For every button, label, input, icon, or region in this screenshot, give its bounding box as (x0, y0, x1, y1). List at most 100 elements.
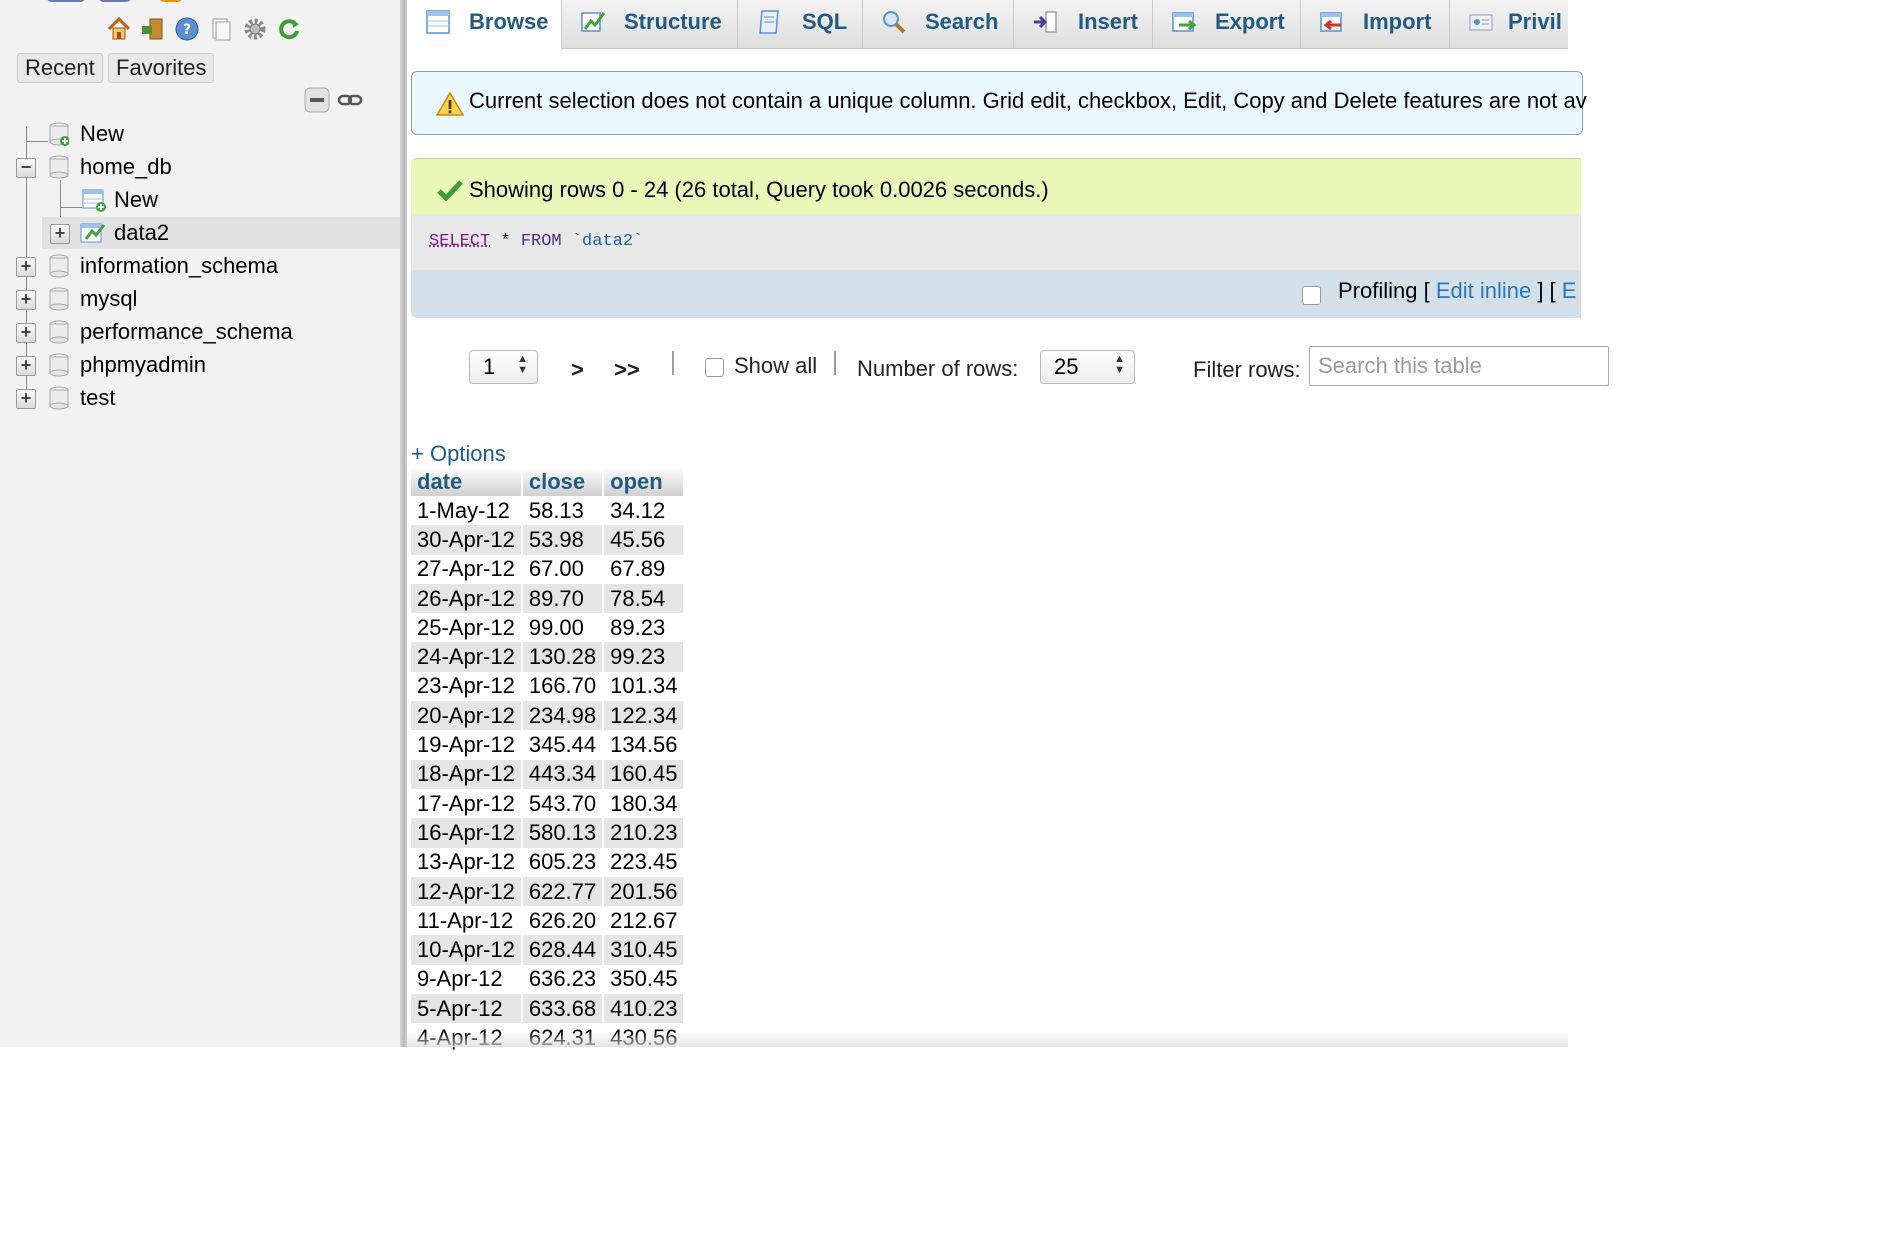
filter-rows-input[interactable] (1309, 346, 1609, 386)
table-cell-open: 210.23 (603, 818, 686, 848)
tree-item-new-table[interactable]: New (0, 184, 400, 216)
table-cell-close: 67.00 (521, 554, 605, 584)
table-cell-close: 443.34 (521, 759, 605, 789)
expand-icon[interactable]: + (16, 356, 36, 376)
new-database-icon (49, 122, 69, 146)
options-toggle[interactable]: + Options (411, 441, 506, 467)
table-cell-close: 636.23 (521, 964, 605, 995)
table-cell-date: 17-Apr-12 (411, 788, 523, 819)
sql-query-box: SELECT * FROM `data2` (411, 214, 1581, 270)
table-row: 19-Apr-12 345.44 134.56 (411, 730, 686, 760)
tab-structure[interactable]: Structure (562, 0, 738, 48)
table-row: 9-Apr-12 636.23 350.45 (411, 964, 686, 995)
tree-item-new-database[interactable]: New (0, 118, 400, 150)
edit-link[interactable]: E (1562, 278, 1577, 303)
tree-item-performance-schema[interactable]: + performance_schema (0, 316, 400, 348)
tab-privileges[interactable]: Privil (1450, 0, 1590, 48)
expand-icon[interactable]: + (16, 257, 36, 277)
database-icon (49, 287, 69, 311)
tree-item-information-schema[interactable]: + information_schema (0, 250, 400, 282)
tab-export[interactable]: Export (1153, 0, 1301, 48)
tree-item-label[interactable]: information_schema (80, 250, 278, 282)
help-icon[interactable]: ? (174, 16, 200, 42)
warning-text: Current selection does not contain a uni… (469, 88, 1587, 113)
collapse-icon[interactable]: − (16, 158, 36, 178)
tree-item-label[interactable]: New (114, 184, 158, 216)
tab-label: SQL (802, 9, 848, 34)
home-icon[interactable] (106, 16, 132, 42)
logout-icon[interactable] (140, 16, 166, 42)
table-row: 16-Apr-12 580.13 210.23 (411, 818, 686, 848)
table-cell-date: 16-Apr-12 (411, 818, 523, 848)
tab-insert[interactable]: Insert (1014, 0, 1153, 48)
page-select[interactable]: 1 ▲ ▼ (469, 350, 538, 384)
column-header-close[interactable]: close (521, 467, 605, 496)
tab-search[interactable]: Search (863, 0, 1014, 48)
table-cell-date: 23-Apr-12 (411, 671, 523, 702)
table-cell-date: 24-Apr-12 (411, 642, 523, 672)
phpmyadmin-logo[interactable] (40, 0, 200, 4)
tree-item-label[interactable]: home_db (80, 151, 172, 183)
tab-label: Export (1215, 9, 1285, 34)
table-cell-date: 13-Apr-12 (411, 847, 523, 877)
recent-button[interactable]: Recent (17, 53, 103, 83)
table-row: 12-Apr-12 622.77 201.56 (411, 876, 686, 907)
tree-item-label[interactable]: performance_schema (80, 316, 293, 348)
expand-icon[interactable]: + (16, 389, 36, 409)
settings-gear-icon[interactable] (242, 16, 268, 42)
favorites-button[interactable]: Favorites (108, 53, 215, 83)
show-all-label[interactable]: Show all (734, 353, 817, 379)
tree-item-phpmyadmin[interactable]: + phpmyadmin (0, 349, 400, 381)
table-cell-open: 134.56 (603, 730, 686, 760)
tree-item-test[interactable]: + test (0, 382, 400, 414)
expand-icon[interactable]: + (16, 290, 36, 310)
reload-icon[interactable] (276, 16, 302, 42)
tab-label: Import (1363, 9, 1432, 34)
tree-item-label[interactable]: test (80, 382, 115, 414)
separator (672, 351, 674, 375)
tab-browse[interactable]: Browse (407, 0, 562, 49)
column-header-open[interactable]: open (603, 467, 686, 496)
expand-icon[interactable]: + (50, 224, 70, 244)
table-row: 17-Apr-12 543.70 180.34 (411, 788, 686, 819)
sql-table-name: `data2` (561, 232, 644, 251)
show-all-checkbox[interactable] (705, 358, 724, 377)
sql-keyword-select[interactable]: SELECT (429, 232, 490, 251)
profiling-checkbox[interactable] (1302, 286, 1321, 305)
tree-item-label[interactable]: data2 (114, 217, 169, 249)
rows-per-page-select[interactable]: 25 ▲ ▼ (1040, 350, 1135, 384)
tree-item-home-db[interactable]: − home_db (0, 151, 400, 183)
expand-icon[interactable]: + (16, 323, 36, 343)
next-page-button[interactable]: > (571, 357, 584, 383)
table-cell-date: 5-Apr-12 (411, 994, 523, 1024)
table-cell-date: 1-May-12 (411, 496, 523, 526)
collapse-all-icon[interactable] (304, 87, 330, 113)
column-header-date[interactable]: date (411, 467, 523, 496)
tab-sql[interactable]: SQL (738, 0, 863, 48)
table-cell-date: 10-Apr-12 (411, 935, 523, 965)
table-cell-close: 543.70 (521, 788, 605, 819)
insert-icon (1034, 11, 1057, 33)
tree-item-mysql[interactable]: + mysql (0, 283, 400, 315)
link-with-main-panel-icon[interactable] (337, 87, 363, 113)
tree-item-data2[interactable]: + data2 (42, 217, 400, 249)
sql-query[interactable]: SELECT * FROM `data2` (429, 232, 643, 251)
import-icon (1320, 12, 1342, 32)
documentation-icon[interactable] (208, 16, 234, 42)
page-select-value: 1 (483, 354, 496, 379)
navigation-resizer[interactable] (400, 0, 407, 1047)
table-row: 5-Apr-12 633.68 410.23 (411, 994, 686, 1024)
table-cell-open: 45.56 (603, 525, 686, 555)
table-cell-open: 310.45 (603, 935, 686, 965)
tree-item-label[interactable]: phpmyadmin (80, 349, 206, 381)
tab-import[interactable]: Import (1301, 0, 1450, 48)
tree-item-label[interactable]: New (80, 118, 124, 150)
table-cell-close: 53.98 (521, 525, 605, 555)
tree-item-label[interactable]: mysql (80, 283, 137, 315)
table-cell-close: 633.68 (521, 994, 605, 1024)
tab-label: Privil (1508, 9, 1562, 34)
last-page-button[interactable]: >> (614, 357, 640, 383)
tab-label: Search (925, 9, 999, 34)
filter-rows-label: Filter rows: (1193, 357, 1301, 382)
edit-inline-link[interactable]: Edit inline (1436, 278, 1531, 303)
